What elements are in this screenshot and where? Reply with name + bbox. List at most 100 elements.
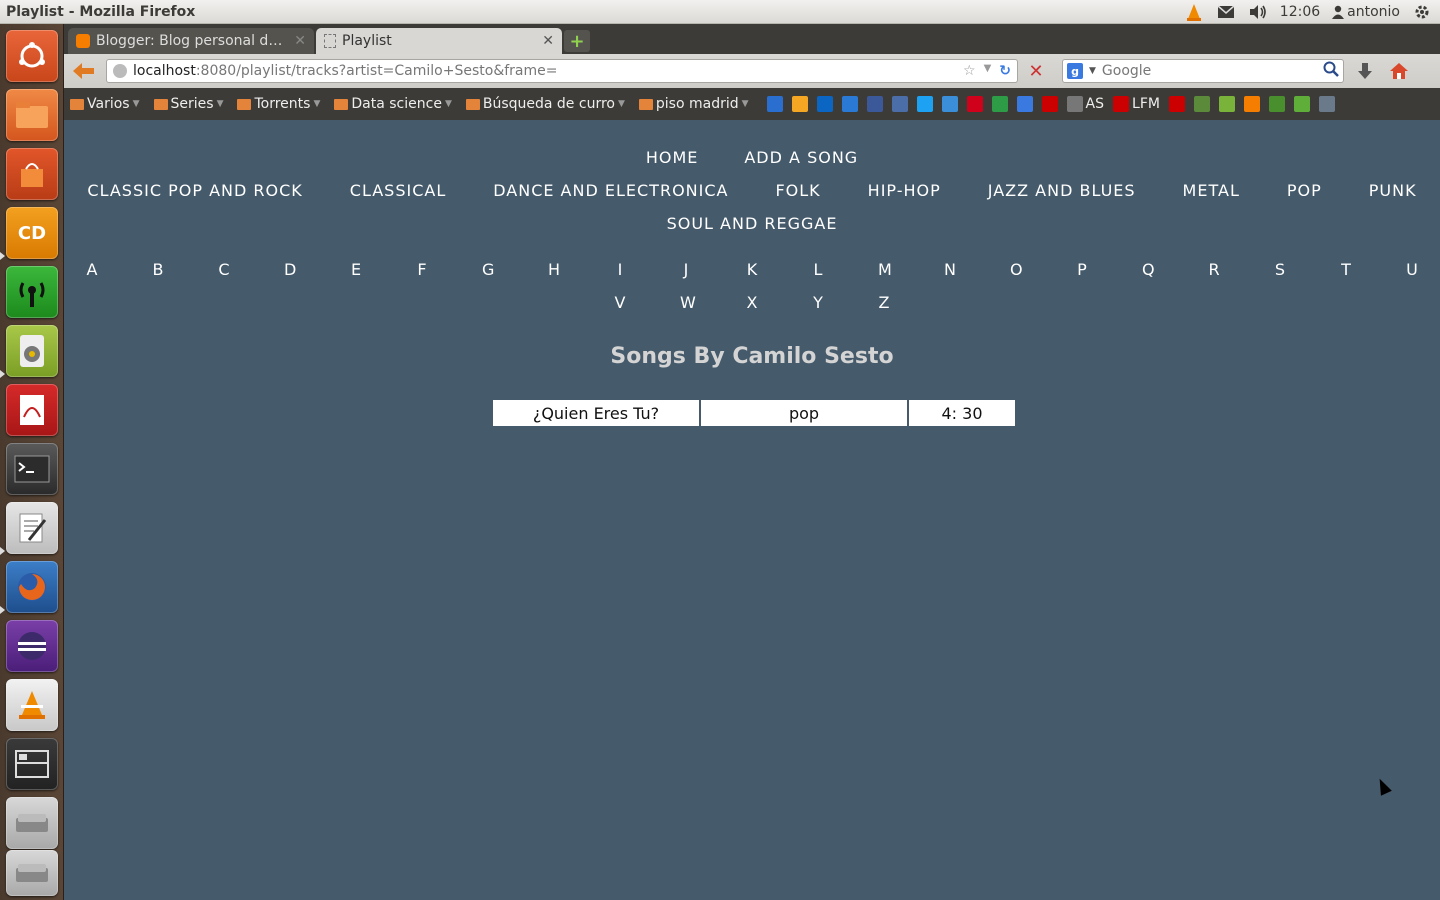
letter-link[interactable]: F bbox=[416, 260, 428, 279]
letter-link[interactable]: W bbox=[680, 293, 696, 312]
cd-burner-icon[interactable]: CD bbox=[6, 207, 58, 259]
url-dropdown-icon[interactable]: ▼ bbox=[984, 63, 992, 79]
site-identity-icon[interactable] bbox=[113, 64, 127, 78]
letter-link[interactable]: T bbox=[1340, 260, 1352, 279]
genre-link[interactable]: POP bbox=[1287, 181, 1322, 200]
files-icon[interactable] bbox=[6, 89, 58, 141]
reload-icon[interactable]: ↻ bbox=[999, 63, 1011, 79]
bookmark-favicon-icon[interactable] bbox=[1066, 96, 1083, 112]
disk-drive-icon[interactable] bbox=[6, 797, 58, 849]
document-viewer-icon[interactable] bbox=[6, 384, 58, 436]
letter-link[interactable]: X bbox=[746, 293, 758, 312]
user-menu[interactable]: antonio bbox=[1332, 4, 1400, 20]
search-input[interactable]: Google bbox=[1102, 63, 1317, 79]
letter-link[interactable]: M bbox=[878, 260, 892, 279]
bookmark-favicon-icon[interactable] bbox=[791, 96, 808, 112]
download-status-icon[interactable]: ✕ bbox=[1026, 58, 1046, 84]
mail-icon[interactable] bbox=[1216, 3, 1236, 21]
search-bar[interactable]: g ▼ Google bbox=[1062, 59, 1344, 83]
letter-link[interactable]: V bbox=[614, 293, 626, 312]
letter-link[interactable]: N bbox=[944, 260, 956, 279]
letter-link[interactable]: L bbox=[812, 260, 824, 279]
letter-link[interactable]: Z bbox=[878, 293, 890, 312]
bookmark-star-icon[interactable]: ☆ bbox=[963, 63, 976, 79]
bookmark-favicon-icon[interactable] bbox=[1293, 96, 1310, 112]
letter-link[interactable]: Q bbox=[1142, 260, 1155, 279]
genre-link[interactable]: CLASSIC POP AND ROCK bbox=[87, 181, 302, 200]
bookmark-favicon-icon[interactable] bbox=[941, 96, 958, 112]
bookmark-folder-series[interactable]: Series ▼ bbox=[153, 96, 223, 112]
genre-link[interactable]: METAL bbox=[1183, 181, 1240, 200]
bookmark-favicon-icon[interactable] bbox=[841, 96, 858, 112]
software-center-icon[interactable] bbox=[6, 148, 58, 200]
bookmark-favicon-icon[interactable] bbox=[1243, 96, 1260, 112]
nav-home-link[interactable]: HOME bbox=[646, 148, 699, 167]
bookmark-favicon-icon[interactable] bbox=[1318, 96, 1335, 112]
letter-link[interactable]: A bbox=[86, 260, 98, 279]
genre-link[interactable]: DANCE AND ELECTRONICA bbox=[493, 181, 728, 200]
bookmark-favicon-icon[interactable] bbox=[916, 96, 933, 112]
bookmark-folder-busqueda[interactable]: Búsqueda de curro ▼ bbox=[465, 96, 625, 112]
bookmark-favicon-icon[interactable] bbox=[891, 96, 908, 112]
letter-link[interactable]: O bbox=[1010, 260, 1023, 279]
text-editor-icon[interactable] bbox=[6, 502, 58, 554]
close-tab-icon[interactable]: ✕ bbox=[542, 33, 554, 49]
letter-link[interactable]: R bbox=[1208, 260, 1220, 279]
vlc-tray-icon[interactable] bbox=[1184, 3, 1204, 21]
speaker-icon[interactable] bbox=[6, 325, 58, 377]
letter-link[interactable]: J bbox=[680, 260, 692, 279]
tab-playlist[interactable]: Playlist ✕ bbox=[316, 28, 562, 54]
bookmark-favicon-icon[interactable] bbox=[1041, 96, 1058, 112]
eclipse-icon[interactable] bbox=[6, 620, 58, 672]
genre-link[interactable]: CLASSICAL bbox=[350, 181, 446, 200]
bookmark-favicon-icon[interactable] bbox=[1193, 96, 1210, 112]
google-engine-icon[interactable]: g bbox=[1067, 63, 1083, 79]
letter-link[interactable]: D bbox=[284, 260, 296, 279]
volume-icon[interactable] bbox=[1248, 3, 1268, 21]
downloads-icon[interactable] bbox=[1352, 58, 1378, 84]
genre-link[interactable]: SOUL AND REGGAE bbox=[667, 214, 838, 233]
letter-link[interactable]: P bbox=[1076, 260, 1088, 279]
bookmark-favicon-icon[interactable] bbox=[1268, 96, 1285, 112]
genre-link[interactable]: PUNK bbox=[1369, 181, 1417, 200]
search-icon[interactable] bbox=[1323, 61, 1339, 81]
bookmark-favicon-icon[interactable] bbox=[966, 96, 983, 112]
bookmark-favicon-icon[interactable] bbox=[1168, 96, 1185, 112]
tab-blogger[interactable]: Blogger: Blog personal de A... ✕ bbox=[68, 28, 314, 54]
search-engine-dropdown-icon[interactable]: ▼ bbox=[1089, 66, 1096, 76]
vlc-icon[interactable] bbox=[6, 679, 58, 731]
genre-link[interactable]: HIP-HOP bbox=[868, 181, 941, 200]
bookmark-favicon-icon[interactable] bbox=[766, 96, 783, 112]
bookmark-favicon-icon[interactable] bbox=[866, 96, 883, 112]
home-icon[interactable] bbox=[1386, 58, 1412, 84]
new-tab-button[interactable]: + bbox=[564, 30, 590, 52]
close-tab-icon[interactable]: ✕ bbox=[294, 33, 306, 49]
nav-add-song-link[interactable]: ADD A SONG bbox=[744, 148, 858, 167]
letter-link[interactable]: I bbox=[614, 260, 626, 279]
letter-link[interactable]: G bbox=[482, 260, 494, 279]
letter-link[interactable]: U bbox=[1406, 260, 1418, 279]
disk-drive-icon-2[interactable] bbox=[6, 850, 58, 896]
bookmark-favicon-icon[interactable] bbox=[816, 96, 833, 112]
letter-link[interactable]: B bbox=[152, 260, 164, 279]
bookmark-folder-piso-madrid[interactable]: piso madrid ▼ bbox=[638, 96, 749, 112]
genre-link[interactable]: JAZZ AND BLUES bbox=[988, 181, 1136, 200]
bookmark-favicon-icon[interactable] bbox=[1113, 96, 1130, 112]
clock[interactable]: 12:06 bbox=[1280, 4, 1320, 20]
bookmark-label[interactable]: LFM bbox=[1132, 96, 1160, 112]
letter-link[interactable]: H bbox=[548, 260, 560, 279]
letter-link[interactable]: C bbox=[218, 260, 230, 279]
bookmark-folder-torrents[interactable]: Torrents ▼ bbox=[237, 96, 320, 112]
bookmark-folder-varios[interactable]: Varios ▼ bbox=[70, 96, 140, 112]
bookmark-favicon-icon[interactable] bbox=[991, 96, 1008, 112]
letter-link[interactable]: E bbox=[350, 260, 362, 279]
network-icon[interactable] bbox=[6, 266, 58, 318]
bookmark-label[interactable]: AS bbox=[1086, 96, 1104, 112]
workspaces-icon[interactable] bbox=[6, 738, 58, 790]
firefox-icon[interactable] bbox=[6, 561, 58, 613]
url-text[interactable]: localhost:8080/playlist/tracks?artist=Ca… bbox=[133, 63, 963, 79]
bookmark-favicon-icon[interactable] bbox=[1016, 96, 1033, 112]
letter-link[interactable]: K bbox=[746, 260, 758, 279]
bookmark-favicon-icon[interactable] bbox=[1218, 96, 1235, 112]
terminal-icon[interactable] bbox=[6, 443, 58, 495]
